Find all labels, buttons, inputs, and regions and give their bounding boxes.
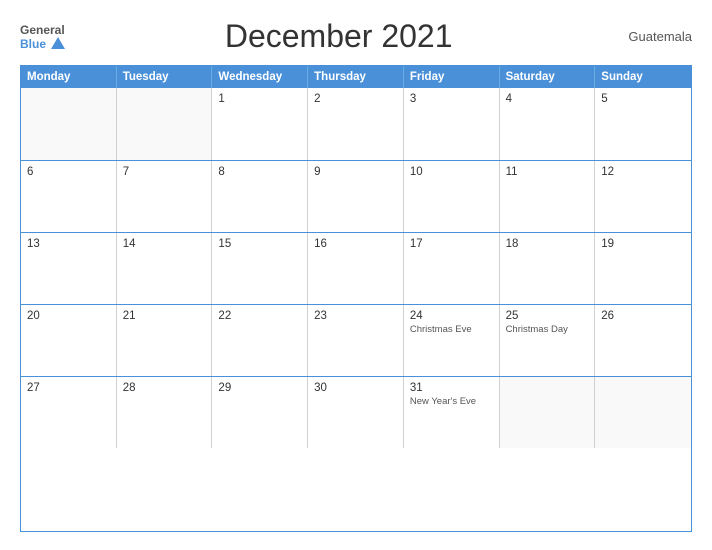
col-sunday: Sunday [595,66,691,88]
day-number: 3 [410,93,493,105]
week-row-4: 20 21 22 23 24 Christmas Eve 25 Christmas Day 26 [21,304,691,376]
day-number: 11 [506,166,589,178]
col-friday: Friday [404,66,500,88]
day-cell-4-5 [500,377,596,448]
day-cell-3-4: 24 Christmas Eve [404,305,500,376]
day-number: 1 [218,93,301,105]
day-number: 27 [27,382,110,394]
day-number: 25 [506,310,589,322]
day-number: 15 [218,238,301,250]
day-number: 14 [123,238,206,250]
day-number: 31 [410,382,493,394]
day-cell-3-5: 25 Christmas Day [500,305,596,376]
day-cell-0-4: 3 [404,88,500,160]
day-cell-4-0: 27 [21,377,117,448]
day-cell-3-1: 21 [117,305,213,376]
calendar-body: 123456789101112131415161718192021222324C… [21,88,691,448]
holiday-label: Christmas Eve [410,324,493,335]
calendar-grid: Monday Tuesday Wednesday Thursday Friday… [20,65,692,532]
day-cell-1-4: 10 [404,161,500,232]
day-cell-0-5: 4 [500,88,596,160]
week-row-3: 13 14 15 16 17 18 19 [21,232,691,304]
day-cell-1-1: 7 [117,161,213,232]
day-number: 17 [410,238,493,250]
day-number: 29 [218,382,301,394]
week-row-5: 27 28 29 30 31 New Year's Eve [21,376,691,448]
logo-blue: Blue [20,37,65,51]
day-number: 4 [506,93,589,105]
day-cell-0-3: 2 [308,88,404,160]
day-number: 21 [123,310,206,322]
day-cell-2-2: 15 [212,233,308,304]
day-number: 16 [314,238,397,250]
day-cell-0-1 [117,88,213,160]
day-cell-4-1: 28 [117,377,213,448]
logo-triangle-icon [51,37,65,49]
day-cell-1-5: 11 [500,161,596,232]
day-number: 7 [123,166,206,178]
day-cell-2-0: 13 [21,233,117,304]
col-tuesday: Tuesday [117,66,213,88]
day-cell-3-3: 23 [308,305,404,376]
day-cell-1-6: 12 [595,161,691,232]
day-number: 23 [314,310,397,322]
calendar-header-row: Monday Tuesday Wednesday Thursday Friday… [21,66,691,88]
day-cell-2-3: 16 [308,233,404,304]
day-cell-2-6: 19 [595,233,691,304]
day-number: 18 [506,238,589,250]
day-cell-2-5: 18 [500,233,596,304]
day-cell-4-6 [595,377,691,448]
day-number: 24 [410,310,493,322]
col-wednesday: Wednesday [212,66,308,88]
day-number: 8 [218,166,301,178]
logo-text: General Blue [20,23,65,51]
week-row-2: 6 78 9 10 11 12 [21,160,691,232]
day-cell-4-4: 31 New Year's Eve [404,377,500,448]
col-monday: Monday [21,66,117,88]
country-label: Guatemala [612,29,692,44]
day-cell-4-2: 29 [212,377,308,448]
day-cell-4-3: 30 [308,377,404,448]
day-number: 2 [314,93,397,105]
day-cell-3-0: 20 [21,305,117,376]
week-row-1: 1 2 3 45 [21,88,691,160]
holiday-label: Christmas Day [506,324,589,335]
day-cell-1-0: 6 [21,161,117,232]
day-number: 30 [314,382,397,394]
day-number: 26 [601,310,685,322]
month-title: December 2021 [65,18,612,55]
day-cell-0-6: 5 [595,88,691,160]
day-number: 6 [27,166,110,178]
day-cell-1-3: 9 [308,161,404,232]
day-cell-0-2: 1 [212,88,308,160]
day-number: 5 [601,93,685,105]
day-cell-0-0 [21,88,117,160]
day-cell-2-4: 17 [404,233,500,304]
day-cell-3-2: 22 [212,305,308,376]
day-number: 22 [218,310,301,322]
day-number: 10 [410,166,493,178]
col-thursday: Thursday [308,66,404,88]
holiday-label: New Year's Eve [410,396,493,407]
day-cell-1-2: 8 [212,161,308,232]
logo-general: General [20,23,65,37]
day-number: 13 [27,238,110,250]
day-number: 12 [601,166,685,178]
day-number: 19 [601,238,685,250]
calendar-page: General Blue December 2021 Guatemala Mon… [0,0,712,550]
day-number: 9 [314,166,397,178]
day-cell-2-1: 14 [117,233,213,304]
day-number: 28 [123,382,206,394]
day-cell-3-6: 26 [595,305,691,376]
logo: General Blue [20,23,65,51]
header: General Blue December 2021 Guatemala [20,18,692,55]
col-saturday: Saturday [500,66,596,88]
day-number: 20 [27,310,110,322]
